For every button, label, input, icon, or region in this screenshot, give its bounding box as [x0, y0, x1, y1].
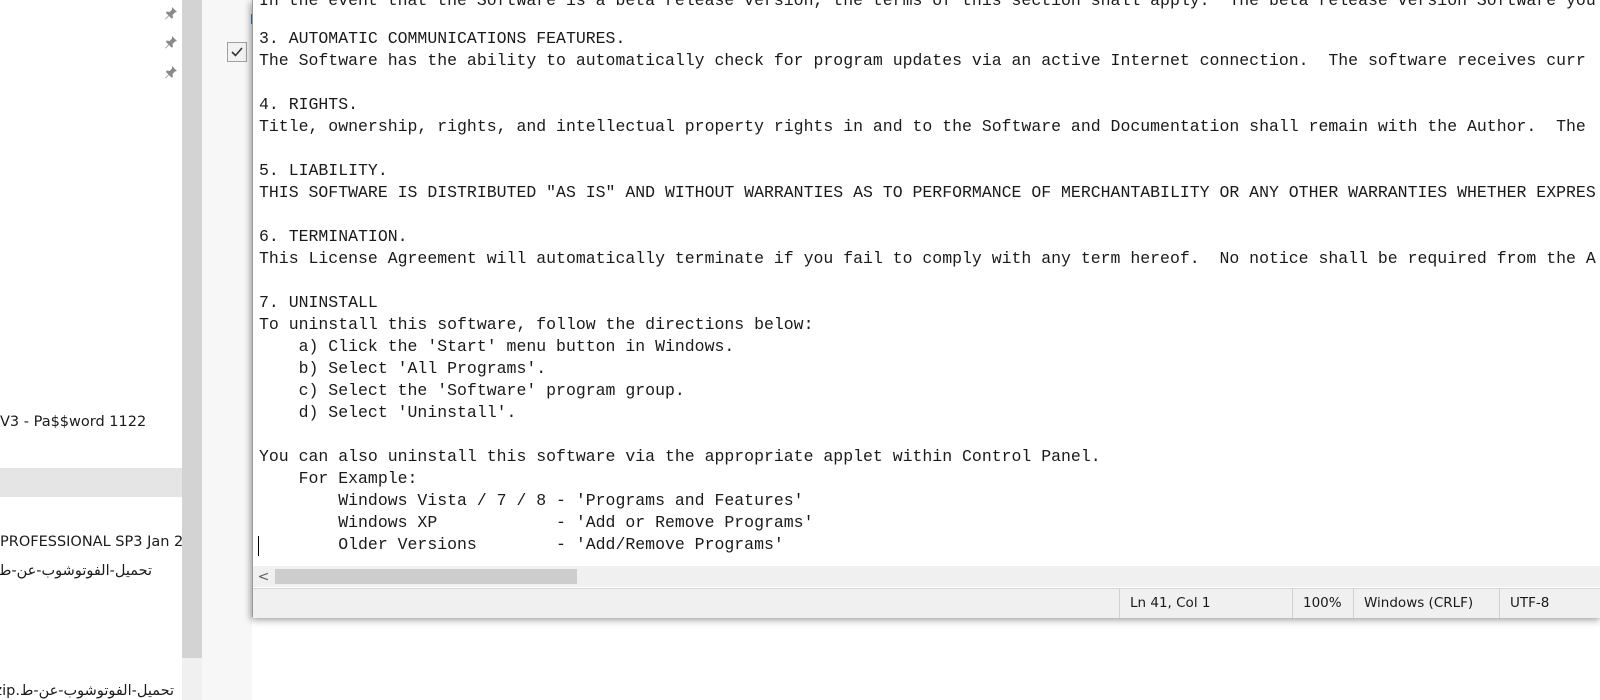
text-line: Windows Vista / 7 / 8 - 'Programs and Fe…: [259, 491, 804, 510]
text-line: a) Click the 'Start' menu button in Wind…: [259, 337, 735, 356]
selected-row[interactable]: [0, 468, 182, 497]
text-line: In the event that the Software is a beta…: [259, 0, 1596, 10]
text-line: 7. UNINSTALL: [259, 293, 378, 312]
text-line: You can also uninstall this software via…: [259, 447, 1101, 466]
pin-icon[interactable]: [164, 65, 178, 79]
explorer-item[interactable]: تحميل-الفوتوشوب-عن-ط: [0, 563, 152, 579]
explorer-scrollbar-track: [182, 658, 202, 700]
text-line: c) Select the 'Software' program group.: [259, 381, 685, 400]
explorer-item[interactable]: PROFESSIONAL SP3 Jan 201: [0, 534, 182, 550]
explorer-item[interactable]: تحميل-الفوتوشوب-عن-ط.zip: [0, 683, 174, 699]
text-line: To uninstall this software, follow the d…: [259, 315, 814, 334]
text-line: This License Agreement will automaticall…: [259, 249, 1596, 268]
text-line: Title, ownership, rights, and intellectu…: [259, 117, 1586, 136]
text-line: d) Select 'Uninstall'.: [259, 403, 517, 422]
text-line: 5. LIABILITY.: [259, 161, 388, 180]
explorer-scrollbar[interactable]: [182, 0, 202, 658]
explorer-item[interactable]: V3 - Pa$$word 1122: [0, 414, 146, 430]
checkbox[interactable]: [227, 42, 247, 62]
scroll-left-arrow-icon[interactable]: <: [253, 566, 274, 587]
text-line: 6. TERMINATION.: [259, 227, 408, 246]
file-explorer-pane: V3 - Pa$$word 1122 PROFESSIONAL SP3 Jan …: [0, 0, 182, 700]
cursor-position: Ln 41, Col 1: [1119, 589, 1292, 618]
text-line: The Software has the ability to automati…: [259, 51, 1586, 70]
line-ending: Windows (CRLF): [1353, 589, 1499, 618]
text-line: 3. AUTOMATIC COMMUNICATIONS FEATURES.: [259, 29, 626, 48]
text-line: b) Select 'All Programs'.: [259, 359, 547, 378]
text-line: For Example:: [259, 469, 418, 488]
pin-icon[interactable]: [164, 35, 178, 49]
text-line: Older Versions - 'Add/Remove Programs': [259, 535, 784, 554]
text-editor[interactable]: In the event that the Software is a beta…: [253, 0, 1600, 566]
status-bar: Ln 41, Col 1 100% Windows (CRLF) UTF-8: [253, 588, 1600, 618]
text-line: THIS SOFTWARE IS DISTRIBUTED "AS IS" AND…: [259, 183, 1596, 202]
zoom-level: 100%: [1292, 589, 1353, 618]
encoding: UTF-8: [1499, 589, 1600, 618]
horizontal-scrollbar[interactable]: <: [253, 566, 1600, 587]
text-line: Windows XP - 'Add or Remove Programs': [259, 513, 814, 532]
text-caret: [258, 536, 259, 556]
pin-icon[interactable]: [164, 6, 178, 20]
scrollbar-thumb[interactable]: [275, 569, 577, 584]
check-icon: [231, 47, 243, 57]
gutter: [202, 0, 252, 700]
notepad-window: In the event that the Software is a beta…: [252, 0, 1600, 618]
text-line: 4. RIGHTS.: [259, 95, 359, 114]
